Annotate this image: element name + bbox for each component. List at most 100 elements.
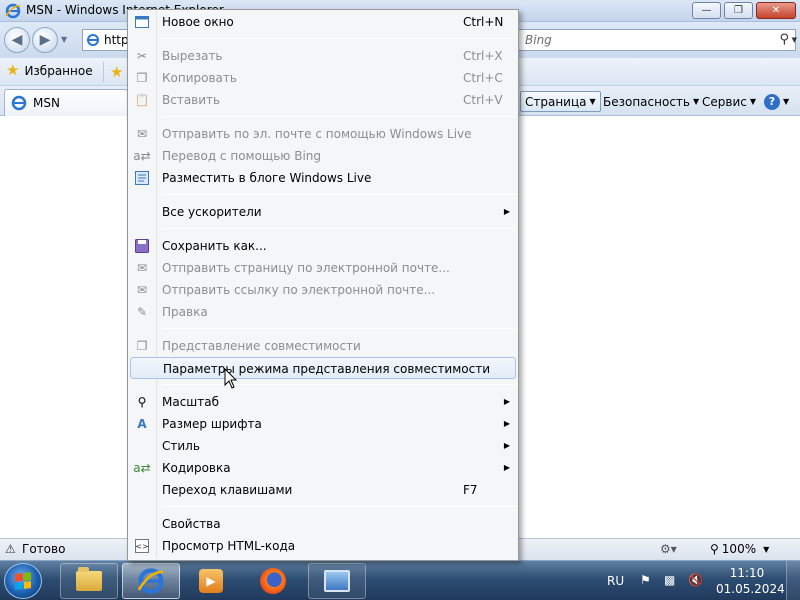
- address-text: http: [104, 33, 129, 47]
- save-icon: [134, 238, 150, 254]
- divider: [103, 62, 104, 82]
- maximize-button[interactable]: ❐: [724, 2, 753, 19]
- show-desktop-button[interactable]: [786, 561, 800, 600]
- zoom-level: 100%: [721, 542, 757, 556]
- menu-item-new-window[interactable]: Новое окно Ctrl+N: [130, 11, 516, 33]
- favorites-star-icon: ★: [6, 61, 20, 79]
- chevron-down-icon: ▼: [763, 544, 770, 554]
- taskbar: ▶ RU ⚑ ▩ 🔇 11:10 01.05.2024: [0, 560, 800, 600]
- svg-text:<>: <>: [135, 542, 148, 551]
- taskbar-firefox[interactable]: [244, 563, 302, 599]
- translate-icon: a⇄: [133, 149, 151, 163]
- send-page-icon: ✉: [136, 261, 148, 275]
- back-button[interactable]: ◀: [4, 27, 30, 53]
- language-indicator[interactable]: RU: [607, 561, 624, 600]
- taskbar-internet-explorer[interactable]: [122, 563, 180, 599]
- menu-item-zoom[interactable]: ⚲ Масштаб ▶: [130, 391, 516, 413]
- menu-item-copy[interactable]: ❐ Копировать Ctrl+C: [130, 67, 516, 89]
- address-input[interactable]: http: [82, 29, 132, 51]
- safety-menu-label: Безопасность: [603, 94, 690, 109]
- help-icon: ?: [764, 93, 780, 110]
- new-window-icon: [134, 14, 150, 30]
- menu-item-font-size[interactable]: A Размер шрифта ▶: [130, 413, 516, 435]
- back-arrow-icon: ◀: [11, 32, 23, 48]
- search-input[interactable]: Bing ⚲ ▼: [518, 29, 797, 51]
- taskbar-explorer[interactable]: [60, 563, 118, 599]
- submenu-arrow-icon: ▶: [503, 441, 510, 450]
- zoom-button[interactable]: ⚲ 100% ▼: [710, 542, 769, 556]
- menu-item-encoding[interactable]: a⇄ Кодировка ▶: [130, 457, 516, 479]
- favorites-button[interactable]: ★ Избранное: [6, 63, 93, 78]
- menu-item-save-as[interactable]: Сохранить как...: [130, 235, 516, 257]
- tab-title: MSN: [33, 96, 60, 110]
- scissors-icon: ✂: [136, 49, 148, 63]
- forward-button[interactable]: ▶: [32, 27, 58, 53]
- protected-mode-icon[interactable]: ⚙▾: [660, 542, 677, 556]
- menu-item-compat-view-settings[interactable]: Параметры режима представления совместим…: [130, 357, 516, 379]
- clock[interactable]: 11:10 01.05.2024: [716, 565, 785, 597]
- internet-explorer-icon: [11, 95, 27, 111]
- action-center-flag-icon[interactable]: ⚑: [640, 573, 651, 587]
- menu-item-all-accelerators[interactable]: Все ускорители ▶: [130, 201, 516, 223]
- menu-item-cut[interactable]: ✂ Вырезать Ctrl+X: [130, 45, 516, 67]
- menu-item-compat-view[interactable]: ❐ Представление совместимости: [130, 335, 516, 357]
- blog-icon: [134, 170, 150, 186]
- help-menu-button[interactable]: ? ▼: [760, 91, 793, 112]
- page-menu-button[interactable]: Страница ▼: [520, 91, 601, 112]
- zoom-icon: ⚲: [137, 395, 147, 409]
- taskbar-media-player[interactable]: ▶: [182, 563, 240, 599]
- menu-item-view-source[interactable]: <> Просмотр HTML-кода: [130, 535, 516, 557]
- page-icon: [87, 34, 99, 46]
- menu-item-blog-live[interactable]: Разместить в блоге Windows Live: [130, 167, 516, 189]
- status-text: Готово: [22, 542, 66, 556]
- menu-item-caret-browsing[interactable]: Переход клавишами F7: [130, 479, 516, 501]
- add-to-favorites-bar-icon[interactable]: ★: [110, 63, 123, 81]
- forward-arrow-icon: ▶: [39, 32, 51, 48]
- font-size-icon: A: [137, 417, 147, 431]
- firefox-icon: [260, 568, 286, 594]
- clock-date: 01.05.2024: [716, 582, 785, 596]
- menu-separator: [161, 328, 516, 329]
- submenu-arrow-icon: ▶: [503, 397, 510, 406]
- network-icon[interactable]: ▩: [664, 573, 675, 587]
- menu-item-email-live[interactable]: ✉ Отправить по эл. почте с помощью Windo…: [130, 123, 516, 145]
- start-button[interactable]: [4, 563, 42, 599]
- menu-item-properties[interactable]: Свойства: [130, 513, 516, 535]
- remote-desktop-icon: [324, 570, 350, 592]
- media-player-icon: ▶: [199, 569, 223, 593]
- menu-separator: [161, 38, 516, 39]
- menu-separator: [161, 506, 516, 507]
- favorites-label: Избранное: [24, 63, 93, 78]
- menu-item-translate-bing[interactable]: a⇄ Перевод с помощью Bing: [130, 145, 516, 167]
- paste-icon: 📋: [134, 93, 150, 107]
- compat-view-icon: ❐: [136, 339, 148, 353]
- clock-time: 11:10: [729, 566, 765, 580]
- safety-menu-button[interactable]: Безопасность ▼: [599, 91, 703, 112]
- pencil-icon: ✎: [136, 305, 148, 319]
- history-dropdown-icon[interactable]: ▼: [61, 35, 67, 44]
- chevron-down-icon: ▼: [589, 97, 596, 106]
- submenu-arrow-icon: ▶: [503, 419, 510, 428]
- taskbar-remote-desktop[interactable]: [308, 563, 366, 599]
- chevron-down-icon: ▼: [783, 97, 790, 106]
- internet-explorer-icon: [5, 3, 21, 19]
- menu-item-paste[interactable]: 📋 Вставить Ctrl+V: [130, 89, 516, 111]
- submenu-arrow-icon: ▶: [503, 207, 510, 216]
- menu-separator: [161, 384, 516, 385]
- tab-msn[interactable]: MSN: [4, 89, 128, 116]
- close-button[interactable]: ✕: [756, 2, 796, 19]
- menu-item-style[interactable]: Стиль ▶: [130, 435, 516, 457]
- mouse-cursor-icon: [224, 368, 238, 389]
- search-icon[interactable]: ⚲: [779, 32, 789, 47]
- volume-muted-icon[interactable]: 🔇: [688, 573, 703, 587]
- minimize-button[interactable]: —: [692, 2, 721, 19]
- copy-icon: ❐: [136, 71, 148, 85]
- close-icon: ✕: [771, 5, 781, 16]
- menu-item-edit[interactable]: ✎ Правка: [130, 301, 516, 323]
- tools-menu-button[interactable]: Сервис ▼: [698, 91, 760, 112]
- menu-item-send-link[interactable]: ✉ Отправить ссылку по электронной почте.…: [130, 279, 516, 301]
- menu-separator: [161, 228, 516, 229]
- search-options-icon[interactable]: ▼: [792, 36, 797, 44]
- minimize-icon: —: [701, 5, 712, 16]
- menu-item-send-page[interactable]: ✉ Отправить страницу по электронной почт…: [130, 257, 516, 279]
